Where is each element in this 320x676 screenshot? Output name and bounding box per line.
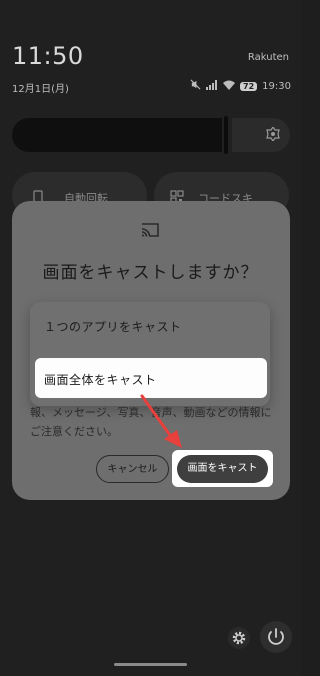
start-cast-button[interactable]: 画面をキャスト bbox=[177, 455, 268, 483]
option-single-app[interactable]: １つのアプリをキャスト bbox=[44, 318, 182, 335]
carrier-label: Rakuten bbox=[247, 52, 289, 63]
status-icons: 72 19:30 bbox=[190, 79, 291, 93]
right-clock: 19:30 bbox=[262, 80, 291, 92]
wifi-icon bbox=[223, 80, 236, 93]
battery-badge: 72 bbox=[240, 81, 258, 91]
mute-icon bbox=[190, 79, 201, 93]
power-icon bbox=[268, 628, 284, 645]
settings-button[interactable] bbox=[228, 627, 250, 649]
gear-icon bbox=[232, 631, 246, 645]
clock-time: 11:50 bbox=[12, 42, 84, 70]
cast-icon bbox=[141, 222, 159, 237]
brightness-track-end[interactable] bbox=[232, 118, 290, 152]
home-gesture-bar[interactable] bbox=[114, 663, 187, 666]
brightness-icon bbox=[266, 125, 280, 143]
quick-settings-screen: 11:50 Rakuten 12月1日(月) 72 19:30 自動回転 コード… bbox=[0, 0, 301, 676]
brightness-slider[interactable] bbox=[12, 118, 222, 152]
option-entire-screen-label: 画面全体をキャスト bbox=[44, 373, 157, 387]
power-button[interactable] bbox=[260, 621, 292, 653]
brightness-handle[interactable] bbox=[224, 116, 228, 154]
annotation-arrow bbox=[140, 394, 182, 448]
dialog-title: 画面をキャストしますか？ bbox=[42, 263, 259, 283]
cancel-button[interactable]: キャンセル bbox=[96, 455, 169, 483]
date-label: 12月1日(月) bbox=[12, 84, 69, 95]
signal-icon bbox=[206, 79, 218, 93]
